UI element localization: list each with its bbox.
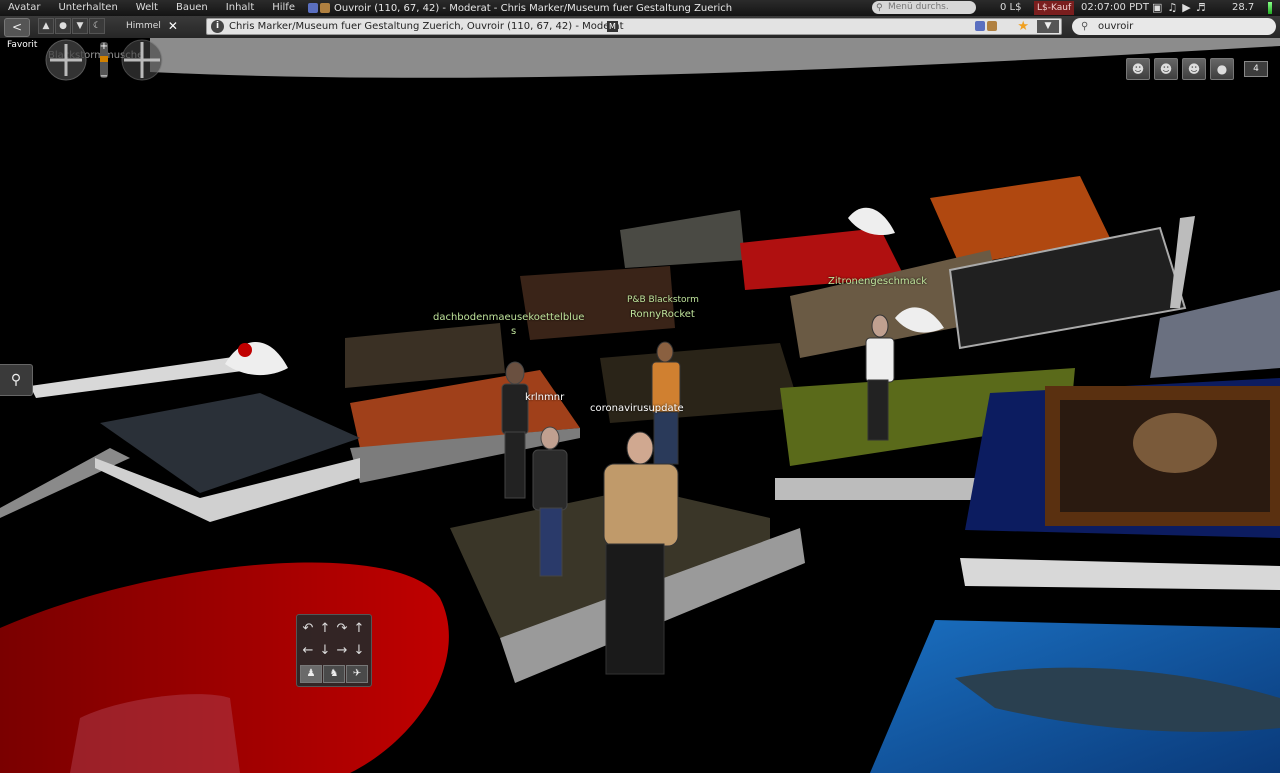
parcel-properties-icons xyxy=(307,3,330,13)
wall-strip xyxy=(0,448,130,518)
location-parcel-icons xyxy=(975,21,997,31)
midnight-icon[interactable]: ☾ xyxy=(89,18,105,34)
svg-text:+: + xyxy=(100,41,108,52)
zoom-thumb[interactable] xyxy=(100,56,108,62)
avatar-name-tag[interactable]: RonnyRocket xyxy=(630,309,695,320)
nearby-count[interactable]: 4 xyxy=(1244,61,1268,77)
bandwidth-meter[interactable] xyxy=(1268,2,1272,14)
back-button[interactable]: < xyxy=(4,18,30,37)
menu-avatar[interactable]: Avatar xyxy=(0,0,49,16)
build-icon[interactable] xyxy=(987,21,997,31)
person-icon[interactable]: ☻ xyxy=(1154,58,1178,80)
buy-currency-button[interactable]: L$-Kauf xyxy=(1034,1,1075,15)
strafe-right-icon[interactable]: → xyxy=(334,643,350,659)
music-icon[interactable]: ♫ xyxy=(1167,1,1177,14)
linden-balance[interactable]: 0 L$ xyxy=(1000,0,1021,16)
turn-right-icon[interactable]: ↷ xyxy=(334,621,350,637)
avatar-name-tag[interactable]: krlnmnr xyxy=(525,392,564,403)
turn-left-icon[interactable]: ↶ xyxy=(300,621,316,637)
close-icon[interactable]: ✕ xyxy=(168,19,178,33)
avatar-name-tag[interactable]: Zitronengeschmack xyxy=(828,276,927,287)
strafe-left-icon[interactable]: ← xyxy=(300,643,316,659)
location-text: Chris Marker/Museum fuer Gestaltung Zuer… xyxy=(229,21,624,32)
display-base xyxy=(960,558,1280,590)
build-icon[interactable] xyxy=(319,3,330,13)
walk-mode-icon[interactable]: ♟ xyxy=(300,665,322,683)
favorites-label[interactable]: Favorit xyxy=(7,40,37,50)
info-icon[interactable]: i xyxy=(211,20,224,33)
top-menu-bar: Avatar Unterhalten Welt Bauen Inhalt Hil… xyxy=(0,0,1280,16)
search-input[interactable]: ⚲ ouvroir xyxy=(1072,18,1276,35)
media-icon[interactable]: ▶ xyxy=(1182,1,1190,14)
midday-icon[interactable]: ● xyxy=(55,18,71,34)
forward-icon[interactable]: ↑ xyxy=(317,621,333,637)
jump-icon[interactable]: ↑ xyxy=(351,621,367,637)
nearby-avatars-bar: ☻ ☻ ☻ ● 4 xyxy=(1126,58,1268,80)
wall-strip xyxy=(30,356,250,398)
person-icon[interactable]: ☻ xyxy=(1126,58,1150,80)
display-edge xyxy=(1170,216,1195,308)
avatar-name-tag[interactable]: s xyxy=(511,326,516,337)
ceiling-band xyxy=(150,38,1280,78)
run-mode-icon[interactable]: ♞ xyxy=(323,665,345,683)
menu-search-input[interactable]: ⚲ Menü durchs. xyxy=(872,1,976,14)
menu-welt[interactable]: Welt xyxy=(127,0,167,16)
crouch-icon[interactable]: ↓ xyxy=(351,643,367,659)
sky-label[interactable]: Himmel xyxy=(126,21,161,31)
search-value: ouvroir xyxy=(1098,21,1134,32)
koi-spot xyxy=(238,343,252,357)
avatar-name-tag[interactable]: dachbodenmaeusekoettelblue xyxy=(433,312,584,323)
volume-icon[interactable]: ♬ xyxy=(1196,1,1206,14)
movement-controls: ↶ ↑ ↷ ↑ ← ↓ → ↓ ♟ ♞ ✈ xyxy=(296,614,372,687)
monitor-icon[interactable]: ▣ xyxy=(1152,1,1162,14)
scripts-icon[interactable] xyxy=(307,3,318,13)
menu-search-placeholder: Menü durchs. xyxy=(888,2,949,12)
menu-inhalt[interactable]: Inhalt xyxy=(217,0,263,16)
navigation-bar: < i Chris Marker/Museum fuer Gestaltung … xyxy=(0,16,1280,38)
search-icon: ⚲ xyxy=(876,3,883,13)
status-icons: ▣ ♫ ▶ ♬ xyxy=(1152,1,1206,14)
svg-text:−: − xyxy=(100,71,108,82)
fps-counter: 28.7 xyxy=(1232,2,1255,13)
menu-unterhalten[interactable]: Unterhalten xyxy=(49,0,126,16)
landmark-star-icon[interactable]: ★ xyxy=(1017,19,1029,34)
cat-face xyxy=(1133,413,1217,473)
avatar-name-tag[interactable]: P&B Blackstorm xyxy=(627,295,699,305)
menu-bauen[interactable]: Bauen xyxy=(167,0,217,16)
world-viewport[interactable]: dachbodenmaeusekoettelblue s P&B Blackst… xyxy=(0,38,1280,773)
sky-preset-bar: ▲ ● ▼ ☾ Himmel ✕ xyxy=(38,18,178,34)
clock: 02:07:00 PDT xyxy=(1081,2,1149,13)
menu-hilfe[interactable]: Hilfe xyxy=(263,0,304,16)
search-icon: ⚲ xyxy=(1081,21,1089,32)
location-input[interactable]: i Chris Marker/Museum fuer Gestaltung Zu… xyxy=(206,18,1062,35)
backward-icon[interactable]: ↓ xyxy=(317,643,333,659)
chevron-down-icon[interactable]: ▼ xyxy=(1037,20,1059,33)
maturity-badge: M xyxy=(607,21,618,32)
sunset-icon[interactable]: ▼ xyxy=(72,18,88,34)
scripts-icon[interactable] xyxy=(975,21,985,31)
fly-mode-icon[interactable]: ✈ xyxy=(346,665,368,683)
sunrise-icon[interactable]: ▲ xyxy=(38,18,54,34)
display-base xyxy=(775,478,1000,500)
map-pin-icon[interactable]: ⚲ xyxy=(0,364,33,396)
painting xyxy=(620,210,745,268)
painting xyxy=(345,323,505,388)
camera-controls: + − xyxy=(36,38,174,84)
person-icon[interactable]: ☻ xyxy=(1182,58,1206,80)
chat-bubble-icon[interactable]: ● xyxy=(1210,58,1234,80)
avatar-name-tag[interactable]: coronavirusupdate xyxy=(590,403,684,414)
window-location-title: Ouvroir (110, 67, 42) - Moderat - Chris … xyxy=(333,2,733,14)
